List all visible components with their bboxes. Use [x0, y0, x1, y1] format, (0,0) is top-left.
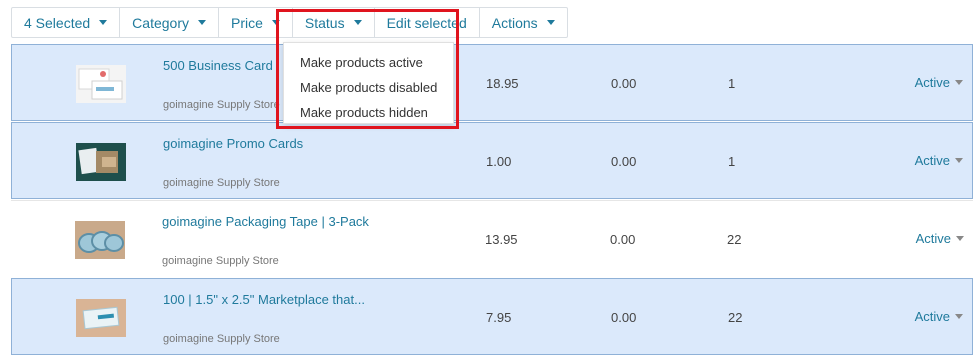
- edit-selected-button[interactable]: Edit selected: [375, 8, 480, 37]
- chevron-down-icon: [271, 20, 280, 25]
- product-name-link[interactable]: goimagine Promo Cards: [163, 136, 303, 151]
- menu-item-make-active[interactable]: Make products active: [284, 50, 453, 75]
- chevron-down-icon: [197, 20, 206, 25]
- list-price-value: 0.00: [611, 310, 637, 325]
- product-row[interactable]: goimagine Packaging Tape | 3-Pack goimag…: [11, 200, 973, 277]
- store-name: goimagine Supply Store: [163, 99, 280, 111]
- status-value: Active: [914, 75, 950, 90]
- category-label: Category: [132, 14, 189, 31]
- bulk-actions-toolbar: 4 Selected Category Price Status Edit se…: [11, 7, 568, 38]
- menu-item-make-disabled[interactable]: Make products disabled: [284, 75, 453, 100]
- status-dropdown[interactable]: Active: [915, 309, 963, 324]
- product-row[interactable]: goimagine Promo Cards goimagine Supply S…: [11, 122, 973, 199]
- actions-button[interactable]: Actions: [480, 8, 567, 37]
- product-thumbnail: [75, 221, 125, 259]
- chevron-down-icon: [955, 158, 963, 163]
- quantity-value: 22: [728, 310, 743, 325]
- product-thumbnail: [76, 65, 126, 103]
- status-value: Active: [914, 309, 950, 324]
- chevron-down-icon: [955, 314, 963, 319]
- quantity-value: 1: [728, 76, 736, 91]
- status-value: Active: [915, 231, 951, 246]
- price-button[interactable]: Price: [219, 8, 293, 37]
- status-dropdown[interactable]: Active: [915, 153, 963, 168]
- list-price-value: 0.00: [611, 154, 637, 169]
- store-name: goimagine Supply Store: [162, 255, 279, 267]
- store-name: goimagine Supply Store: [163, 333, 280, 345]
- list-price-value: 0.00: [610, 232, 636, 247]
- product-name-link[interactable]: 500 Business Card: [163, 58, 273, 73]
- status-label: Status: [304, 14, 345, 31]
- selected-count-button[interactable]: 4 Selected: [12, 8, 121, 37]
- product-name-link[interactable]: 100 | 1.5" x 2.5" Marketplace that...: [163, 292, 365, 307]
- product-thumbnail: [76, 143, 126, 181]
- selected-count-label: 4 Selected: [24, 14, 91, 31]
- quantity-value: 1: [728, 154, 736, 169]
- price-value: 7.95: [486, 310, 512, 325]
- product-thumbnail: [76, 299, 126, 337]
- chevron-down-icon: [956, 236, 964, 241]
- status-button[interactable]: Status: [293, 8, 375, 37]
- status-value: Active: [914, 153, 950, 168]
- price-label: Price: [230, 14, 263, 31]
- list-price-value: 0.00: [611, 76, 637, 91]
- category-button[interactable]: Category: [120, 8, 219, 37]
- status-dropdown[interactable]: Active: [915, 75, 963, 90]
- product-name-link[interactable]: goimagine Packaging Tape | 3-Pack: [162, 214, 369, 229]
- store-name: goimagine Supply Store: [163, 177, 280, 189]
- price-value: 13.95: [485, 232, 518, 247]
- chevron-down-icon: [546, 20, 555, 25]
- chevron-down-icon: [99, 20, 108, 25]
- status-dropdown[interactable]: Active: [916, 231, 964, 246]
- product-row[interactable]: 500 Business Card goimagine Supply Store…: [11, 44, 973, 121]
- actions-label: Actions: [491, 14, 538, 31]
- price-value: 18.95: [486, 76, 519, 91]
- chevron-down-icon: [955, 80, 963, 85]
- price-value: 1.00: [486, 154, 512, 169]
- chevron-down-icon: [353, 20, 362, 25]
- menu-item-make-hidden[interactable]: Make products hidden: [284, 100, 453, 125]
- quantity-value: 22: [727, 232, 742, 247]
- product-row[interactable]: 100 | 1.5" x 2.5" Marketplace that... go…: [11, 278, 973, 355]
- edit-selected-label: Edit selected: [386, 14, 467, 31]
- status-dropdown-menu: Make products active Make products disab…: [283, 42, 454, 124]
